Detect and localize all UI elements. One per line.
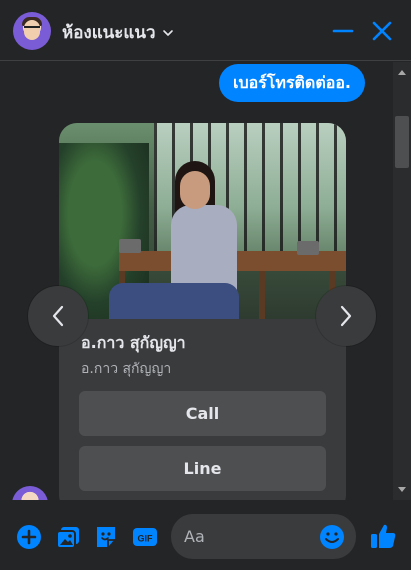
svg-text:GIF: GIF: [138, 534, 154, 544]
scrollbar-thumb[interactable]: [395, 116, 409, 168]
sticker-icon[interactable]: [93, 524, 119, 550]
contact-card: อ.กาว สุกัญญา อ.กาว สุกัญญา Call Line: [59, 123, 346, 500]
contact-photo[interactable]: [59, 123, 346, 319]
conversation-title: ห้องแนะแนว: [62, 23, 156, 43]
conversation-avatar[interactable]: [13, 12, 51, 50]
sender-avatar: [12, 486, 48, 500]
scroll-down-arrow-icon[interactable]: [398, 487, 406, 492]
photo-person-head: [180, 171, 210, 209]
scroll-up-arrow-icon[interactable]: [398, 70, 406, 75]
gif-icon[interactable]: GIF: [132, 524, 158, 550]
outgoing-message[interactable]: เบอร์โทรติดต่ออ.: [218, 64, 365, 102]
photo-person-legs: [109, 283, 239, 319]
photo-pot: [119, 239, 141, 253]
chat-window: ห้องแนะแนว เบอร์โทรติดต่ออ. อ.กาว สุกัญญ…: [0, 0, 411, 570]
message-input[interactable]: [171, 514, 321, 559]
chevron-right-icon: [340, 305, 352, 327]
avatar-face: [24, 20, 40, 40]
conversation-title-button[interactable]: ห้องแนะแนว: [62, 19, 174, 46]
carousel-next-button[interactable]: [316, 286, 376, 346]
emoji-icon[interactable]: [319, 524, 345, 550]
message-composer: GIF: [0, 500, 411, 570]
message-scrollbar[interactable]: [393, 62, 411, 500]
plus-icon[interactable]: [16, 524, 42, 550]
contact-name: อ.กาว สุกัญญา: [81, 333, 186, 352]
contact-subtitle: อ.กาว สุกัญญา: [81, 361, 172, 377]
contact-card-carousel: อ.กาว สุกัญญา อ.กาว สุกัญญา Call Line: [59, 123, 346, 500]
photo-gallery-icon[interactable]: [55, 524, 81, 550]
thumbs-up-icon[interactable]: [369, 522, 397, 550]
avatar-glasses: [24, 26, 40, 30]
call-button[interactable]: Call: [79, 391, 326, 436]
close-icon[interactable]: [370, 19, 394, 43]
chevron-down-icon: [162, 29, 173, 36]
carousel-previous-button[interactable]: [28, 286, 88, 346]
message-input-container: [171, 514, 356, 559]
message-list: เบอร์โทรติดต่ออ. อ.กาว สุกัญญา อ.กาว สุก…: [0, 62, 411, 500]
minimize-icon[interactable]: [331, 19, 355, 43]
photo-pot: [297, 241, 319, 255]
chevron-left-icon: [52, 305, 64, 327]
line-button[interactable]: Line: [79, 446, 326, 491]
chat-header: ห้องแนะแนว: [0, 0, 411, 61]
